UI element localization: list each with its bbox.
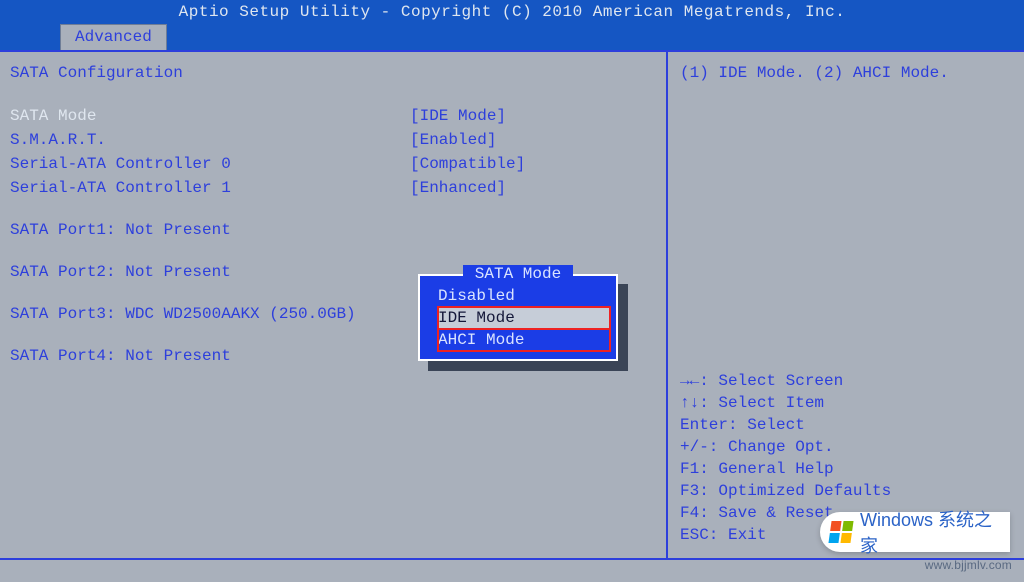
setting-value: [Compatible] bbox=[410, 152, 525, 176]
help-key-line: Enter: Select bbox=[680, 414, 1016, 436]
watermark-url: www.bjjmlv.com bbox=[925, 558, 1012, 572]
watermark-logo: Windows 系统之家 bbox=[820, 512, 1010, 552]
setting-row-sata-ctrl0[interactable]: Serial-ATA Controller 0 [Compatible] bbox=[10, 152, 658, 176]
setting-row-smart[interactable]: S.M.A.R.T. [Enabled] bbox=[10, 128, 658, 152]
windows-icon bbox=[828, 521, 853, 543]
popup-option-ide-mode[interactable]: IDE Mode bbox=[438, 307, 610, 329]
tab-advanced[interactable]: Advanced bbox=[60, 24, 167, 50]
popup-option-disabled[interactable]: Disabled bbox=[438, 285, 610, 307]
setting-label: SATA Mode bbox=[10, 104, 410, 128]
setting-row-sata-ctrl1[interactable]: Serial-ATA Controller 1 [Enhanced] bbox=[10, 176, 658, 200]
help-key-line: ↑↓: Select Item bbox=[680, 392, 1016, 414]
setting-value: [Enabled] bbox=[410, 128, 496, 152]
menu-bar[interactable]: Advanced bbox=[0, 24, 1024, 50]
bios-screen: Aptio Setup Utility - Copyright (C) 2010… bbox=[0, 0, 1024, 582]
setting-label: Serial-ATA Controller 1 bbox=[10, 176, 410, 200]
popup-option-ahci-mode[interactable]: AHCI Mode bbox=[438, 329, 610, 351]
setting-value: [IDE Mode] bbox=[410, 104, 506, 128]
sata-port1: SATA Port1: Not Present bbox=[10, 218, 658, 242]
setting-label: S.M.A.R.T. bbox=[10, 128, 410, 152]
popup-title: SATA Mode bbox=[463, 265, 573, 283]
popup-sata-mode[interactable]: SATA Mode Disabled IDE Mode AHCI Mode bbox=[418, 274, 618, 361]
header-title: Aptio Setup Utility - Copyright (C) 2010… bbox=[179, 3, 846, 21]
setting-label: Serial-ATA Controller 0 bbox=[10, 152, 410, 176]
content-frame: SATA Configuration SATA Mode [IDE Mode] … bbox=[0, 50, 1024, 560]
popup-options: Disabled IDE Mode AHCI Mode bbox=[420, 283, 616, 359]
help-key-line: +/-: Change Opt. bbox=[680, 436, 1016, 458]
right-pane: (1) IDE Mode. (2) AHCI Mode. →←: Select … bbox=[668, 52, 1024, 558]
section-title: SATA Configuration bbox=[10, 64, 658, 82]
help-key-line: →←: Select Screen bbox=[680, 370, 1016, 392]
help-key-line: F3: Optimized Defaults bbox=[680, 480, 1016, 502]
left-pane: SATA Configuration SATA Mode [IDE Mode] … bbox=[0, 52, 668, 558]
setting-value: [Enhanced] bbox=[410, 176, 506, 200]
help-description: (1) IDE Mode. (2) AHCI Mode. bbox=[680, 64, 1016, 82]
watermark-brand: Windows 系统之家 bbox=[860, 506, 1010, 558]
header-bar: Aptio Setup Utility - Copyright (C) 2010… bbox=[0, 0, 1024, 24]
setting-row-sata-mode[interactable]: SATA Mode [IDE Mode] bbox=[10, 104, 658, 128]
help-key-line: F1: General Help bbox=[680, 458, 1016, 480]
